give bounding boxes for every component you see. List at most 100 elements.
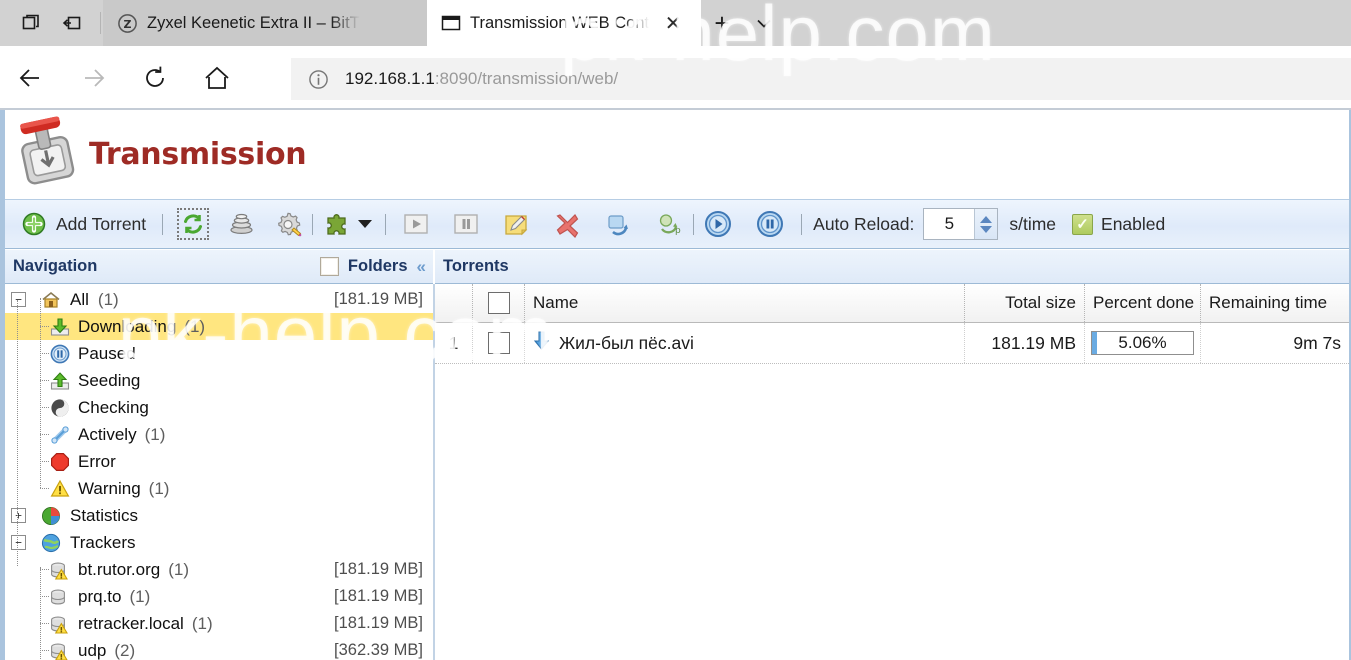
nav-item-label: Error <box>78 451 116 471</box>
preferences-gear-icon[interactable] <box>273 209 303 239</box>
tab-preview-icon[interactable] <box>12 3 52 43</box>
reload-icon[interactable] <box>177 208 210 240</box>
nav-item-checking[interactable]: Checking <box>5 394 433 421</box>
piechart-icon <box>40 505 62 527</box>
remove-icon[interactable] <box>552 209 582 239</box>
table-row[interactable]: 1 Жил-был пёс.avi 181.19 MB 5.06% 9m 7s <box>435 323 1349 364</box>
col-name[interactable]: Name <box>525 284 965 322</box>
auto-reload-input[interactable] <box>924 209 975 239</box>
folders-toggle-group[interactable]: Folders « <box>319 257 433 277</box>
address-host: 192.168.1.1 <box>345 69 435 88</box>
download-icon <box>49 316 71 338</box>
tracker-warn-icon <box>49 559 71 581</box>
nav-item-paused[interactable]: Paused <box>5 340 433 367</box>
nav-item-size: [181.19 MB] <box>334 290 423 308</box>
collapse-sidebar-icon[interactable]: « <box>417 257 427 277</box>
nav-item-error[interactable]: Error <box>5 448 433 475</box>
auto-reload-label: Auto Reload: <box>813 213 915 234</box>
tracker-warn-icon <box>49 613 71 635</box>
browser-tab-title: Zyxel Keenetic Extra II – BitT <box>147 13 360 32</box>
tree-connector <box>40 298 41 488</box>
nav-item-count: (1) <box>144 424 166 444</box>
new-tab-button[interactable]: + <box>701 0 743 46</box>
pause-all-icon[interactable] <box>755 209 785 239</box>
verify-recheck-icon[interactable] <box>603 209 633 239</box>
rename-icon[interactable] <box>501 209 531 239</box>
auto-reload-stepper[interactable] <box>923 208 999 240</box>
nav-item-retracker-local[interactable]: retracker.local (1) [181.19 MB] <box>5 610 433 637</box>
app-title: Transmission <box>89 137 307 172</box>
toolbar-separator <box>801 213 803 235</box>
nav-item-bt-rutor-org[interactable]: bt.rutor.org (1) [181.19 MB] <box>5 556 433 583</box>
add-torrent-button[interactable]: Add Torrent <box>15 206 153 242</box>
nav-item-statistics[interactable]: + Statistics <box>5 502 433 529</box>
row-checkbox[interactable] <box>487 332 510 354</box>
upload-icon <box>49 370 71 392</box>
folders-checkbox[interactable] <box>319 257 339 276</box>
twisty-toggle-icon[interactable]: − <box>11 292 26 307</box>
nav-item-count: (1) <box>168 559 189 579</box>
stepper-buttons[interactable] <box>974 209 998 239</box>
navigation-tree: − All (1) [181.19 MB] Downloading (1) Paused Se… <box>5 284 433 660</box>
nav-item-count: (1) <box>184 316 206 336</box>
nav-item-all[interactable]: − All (1) [181.19 MB] <box>5 286 433 313</box>
forward-button[interactable] <box>62 46 124 110</box>
torrent-name: Жил-был пёс.avi <box>559 332 694 353</box>
start-all-icon[interactable] <box>703 209 733 239</box>
nav-item-size: [181.19 MB] <box>334 614 423 632</box>
cell-name[interactable]: Жил-был пёс.avi <box>525 323 965 363</box>
transmission-page-icon <box>441 13 461 33</box>
nav-item-label: udp <box>78 640 107 660</box>
nav-item-warning[interactable]: Warning (1) <box>5 475 433 502</box>
col-percent-done[interactable]: Percent done <box>1085 284 1201 322</box>
chevron-down-icon[interactable] <box>743 0 785 46</box>
cell-remaining-time: 9m 7s <box>1293 332 1341 353</box>
nav-item-label: Checking <box>78 397 149 417</box>
torrents-table-panel: Name Total size Percent done Remaining t… <box>435 284 1349 660</box>
nav-item-prq-to[interactable]: prq.to (1) [181.19 MB] <box>5 583 433 610</box>
reannounce-icon[interactable]: p <box>654 209 684 239</box>
twisty-toggle-icon[interactable]: − <box>11 535 26 550</box>
site-info-icon[interactable] <box>291 68 345 91</box>
close-icon[interactable]: ✕ <box>658 8 688 38</box>
set-tabs-aside-icon[interactable] <box>52 3 92 43</box>
queue-icon[interactable] <box>226 209 256 239</box>
stepper-up-icon[interactable] <box>980 215 993 223</box>
browser-tab-zyxel[interactable]: Z Zyxel Keenetic Extra II – BitT <box>103 0 427 46</box>
col-select-all[interactable] <box>473 284 525 322</box>
start-icon[interactable] <box>401 209 431 239</box>
twisty-toggle-icon[interactable]: + <box>11 508 26 523</box>
nav-item-downloading[interactable]: Downloading (1) <box>5 313 433 340</box>
check-icon: ✓ <box>1076 215 1089 233</box>
back-button[interactable] <box>0 46 62 110</box>
col-remaining-time[interactable]: Remaining time <box>1201 284 1349 322</box>
auto-reload-enabled-checkbox[interactable]: ✓ <box>1072 213 1094 235</box>
nav-item-seeding[interactable]: Seeding <box>5 367 433 394</box>
plugins-puzzle-icon[interactable] <box>322 209 352 239</box>
transmission-logo-icon <box>9 116 87 193</box>
nav-item-actively[interactable]: Actively (1) <box>5 421 433 448</box>
nav-item-udp[interactable]: udp (2) [362.39 MB] <box>5 637 433 660</box>
panel-splitter[interactable] <box>433 284 435 660</box>
stepper-down-icon[interactable] <box>980 225 993 233</box>
tab-separator <box>100 12 101 34</box>
pause-icon[interactable] <box>451 209 481 239</box>
tree-connector <box>40 567 41 660</box>
cell-select[interactable] <box>473 323 525 363</box>
nav-item-trackers[interactable]: − Trackers <box>5 529 433 556</box>
nav-item-count: (2) <box>114 640 136 660</box>
nav-item-label: Statistics <box>70 505 139 525</box>
address-bar[interactable]: 192.168.1.1:8090/transmission/web/ <box>291 58 1351 100</box>
svg-text:Z: Z <box>124 18 132 31</box>
col-total-size[interactable]: Total size <box>965 284 1085 322</box>
select-all-checkbox[interactable] <box>487 292 510 314</box>
home-button[interactable] <box>186 46 248 110</box>
transmission-page: Transmission Add Torrent p Auto Reload: … <box>0 110 1351 660</box>
plugins-caret-icon[interactable] <box>358 220 373 228</box>
nav-item-label: retracker.local <box>78 613 184 633</box>
refresh-button[interactable] <box>124 46 186 110</box>
zyxel-z-icon: Z <box>117 13 138 34</box>
address-text[interactable]: 192.168.1.1:8090/transmission/web/ <box>345 69 618 89</box>
browser-tab-transmission[interactable]: Transmission WEB Cont ✕ <box>427 0 701 46</box>
toolbar-separator <box>312 213 314 235</box>
